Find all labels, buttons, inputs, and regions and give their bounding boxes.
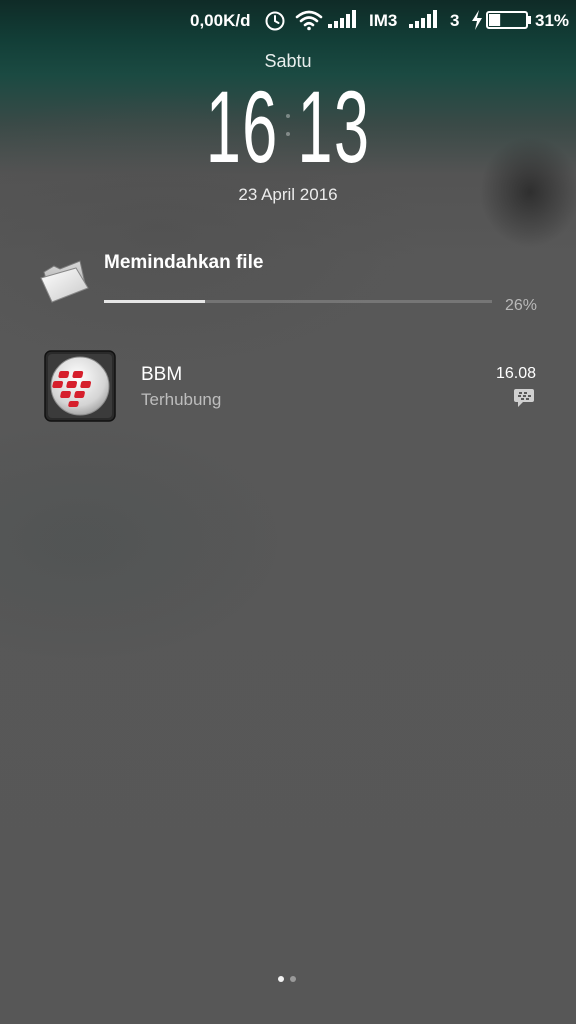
notification-bbm[interactable]: BBM Terhubung 16.08 [0,345,576,425]
bbm-app-icon [44,350,116,422]
progress-bar [104,300,492,303]
carrier-1-label: IM3 [369,11,398,30]
battery-icon [486,11,531,29]
lockscreen-date: 23 April 2016 [238,185,338,204]
bbm-chat-icon [514,389,534,407]
clock-separator [286,114,290,136]
folder-icon [40,260,89,303]
page-indicator [276,976,300,984]
progress-fill [104,300,205,303]
alarm-clock-icon [265,11,285,31]
page-dot-active [278,976,284,982]
notification-title: Memindahkan file [104,252,264,273]
status-bar: 0,00K/d IM3 3 31% [0,0,576,40]
notification-time: 16.08 [495,365,536,382]
carrier-2-label: 3 [450,11,460,30]
page-dot [290,976,296,982]
notification-subtitle: Terhubung [141,390,222,409]
wifi-icon [295,10,323,31]
signal-bars-icon [409,10,437,28]
charging-bolt-icon [472,10,482,30]
battery-percent: 31% [535,11,570,30]
progress-percent: 26% [504,297,537,314]
signal-bars-icon [328,10,356,28]
notification-file-transfer[interactable]: Memindahkan file 26% [0,240,576,330]
day-of-week: Sabtu [264,51,312,71]
notification-title: BBM [141,364,183,385]
network-speed: 0,00K/d [190,11,251,30]
